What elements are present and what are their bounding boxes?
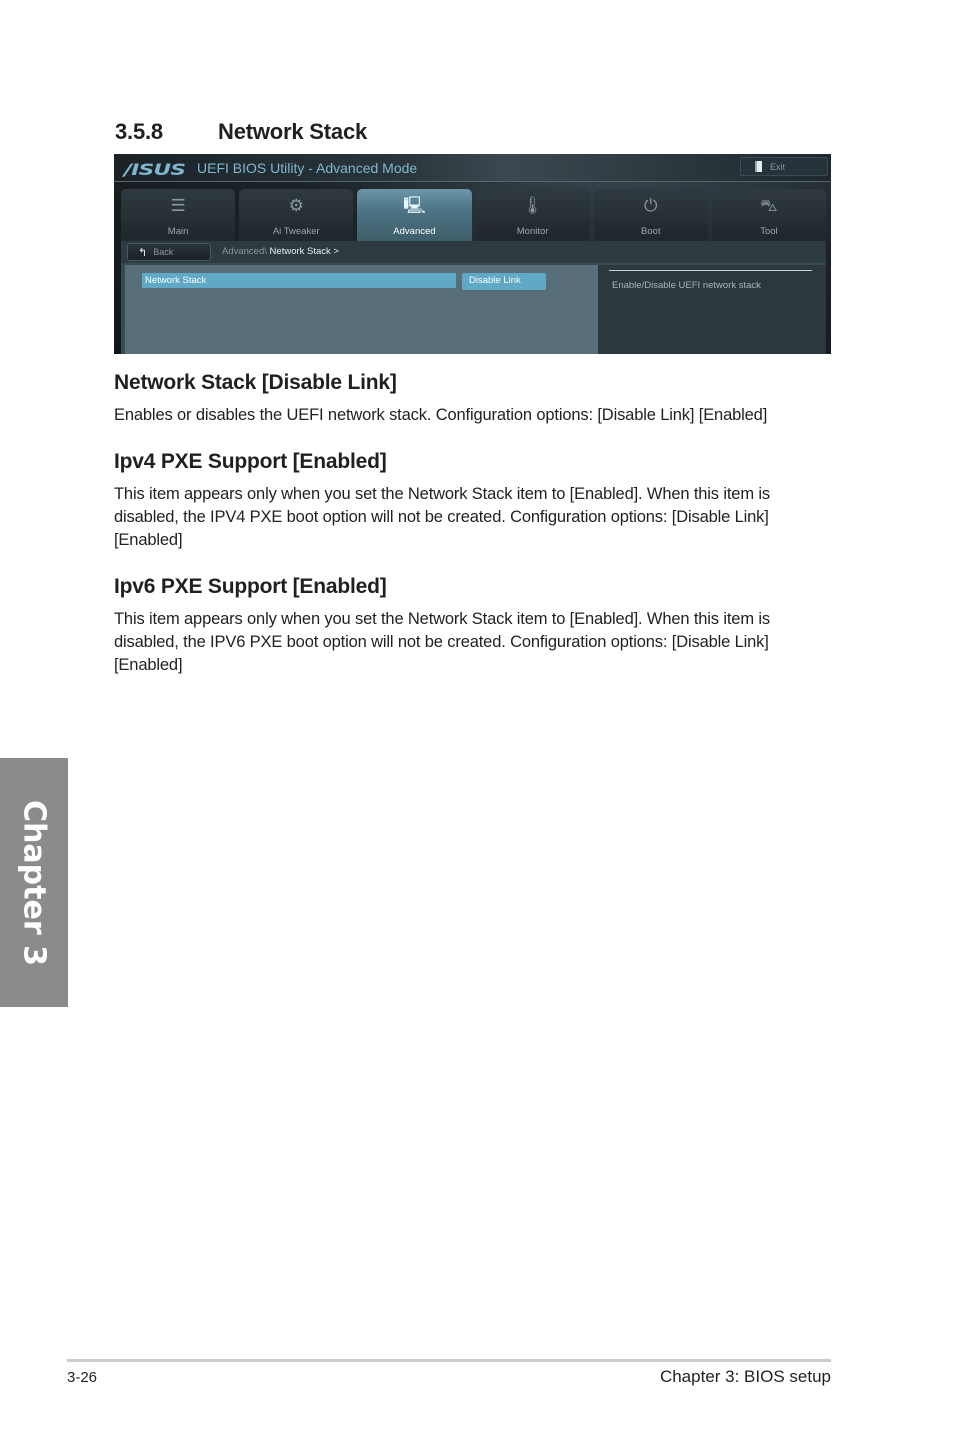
- exit-button[interactable]: Exit: [740, 157, 828, 176]
- page-number: 3-26: [67, 1369, 98, 1386]
- power-icon: ⏻: [644, 196, 658, 215]
- tab-label: Monitor: [516, 226, 549, 237]
- tab-monitor[interactable]: 🌡 Monitor: [475, 189, 590, 241]
- back-label: Back: [153, 247, 174, 257]
- help-divider: [609, 270, 812, 271]
- breadcrumb: Advanced\ Network Stack >: [222, 246, 339, 257]
- fan-icon: ⚙: [288, 196, 304, 215]
- section-title: Network Stack: [218, 119, 368, 144]
- bios-titlebar: /ISUS UEFI BIOS Utility - Advanced Mode …: [114, 154, 831, 182]
- tab-tool[interactable]: ⛍ Tool: [711, 189, 827, 241]
- setting-value-dropdown[interactable]: Disable Link: [462, 273, 546, 290]
- bios-content: ↰ Back Advanced\ Network Stack > Network…: [121, 241, 826, 354]
- item-heading-ipv6-pxe: Ipv6 PXE Support [Enabled]: [114, 575, 387, 598]
- tab-advanced[interactable]: 🖳 Advanced: [357, 189, 472, 241]
- settings-panel: Network Stack Disable Link: [125, 265, 598, 354]
- setting-name: Network Stack: [145, 275, 207, 286]
- bios-screenshot: /ISUS UEFI BIOS Utility - Advanced Mode …: [114, 154, 831, 354]
- tab-label: Main: [167, 226, 189, 237]
- help-text: Enable/Disable UEFI network stack: [612, 280, 761, 291]
- item-heading-ipv4-pxe: Ipv4 PXE Support [Enabled]: [114, 450, 387, 473]
- bios-title: UEFI BIOS Utility - Advanced Mode: [197, 160, 418, 176]
- footer-chapter-title: Chapter 3: BIOS setup: [659, 1367, 831, 1386]
- advanced-info-icon: 🖳: [403, 196, 426, 215]
- breadcrumb-current: Network Stack >: [266, 246, 339, 257]
- section-heading: 3.5.8 Network Stack: [115, 119, 367, 145]
- list-icon: ☰: [170, 196, 186, 215]
- tab-ai-tweaker[interactable]: ⚙ Ai Tweaker: [239, 189, 354, 241]
- back-arrow-icon: ↰: [138, 246, 148, 259]
- bios-tabs: ☰ Main ⚙ Ai Tweaker 🖳 Advanced 🌡 Monitor…: [121, 189, 827, 241]
- setting-row-network-stack[interactable]: Network Stack: [142, 273, 456, 288]
- back-button[interactable]: ↰ Back: [127, 243, 211, 261]
- exit-door-icon: [755, 161, 762, 172]
- chapter-side-label: Chapter 3: [16, 799, 52, 966]
- item-text-network-stack: Enables or disables the UEFI network sta…: [114, 406, 768, 424]
- section-number: 3.5.8: [115, 119, 163, 144]
- footer-rule: [67, 1359, 831, 1362]
- toolbox-icon: ⛍: [760, 196, 778, 215]
- tab-label: Boot: [641, 226, 661, 237]
- nav-row: ↰ Back Advanced\ Network Stack >: [121, 241, 826, 263]
- exit-label: Exit: [770, 161, 786, 172]
- item-heading-network-stack: Network Stack [Disable Link]: [114, 371, 397, 394]
- tab-label: Advanced: [393, 226, 436, 237]
- thermometer-gauge-icon: 🌡: [521, 196, 544, 215]
- tab-main[interactable]: ☰ Main: [121, 189, 236, 241]
- breadcrumb-parent[interactable]: Advanced\: [222, 246, 267, 257]
- item-text-ipv6-pxe: This item appears only when you set the …: [114, 610, 770, 674]
- tab-label: Ai Tweaker: [272, 226, 320, 237]
- item-text-ipv4-pxe: This item appears only when you set the …: [114, 485, 770, 549]
- asus-logo: /ISUS: [124, 160, 186, 179]
- help-panel: Enable/Disable UEFI network stack: [598, 265, 826, 354]
- tab-boot[interactable]: ⏻ Boot: [593, 189, 708, 241]
- chapter-side-tab: Chapter 3: [0, 758, 68, 1007]
- tab-label: Tool: [760, 226, 778, 237]
